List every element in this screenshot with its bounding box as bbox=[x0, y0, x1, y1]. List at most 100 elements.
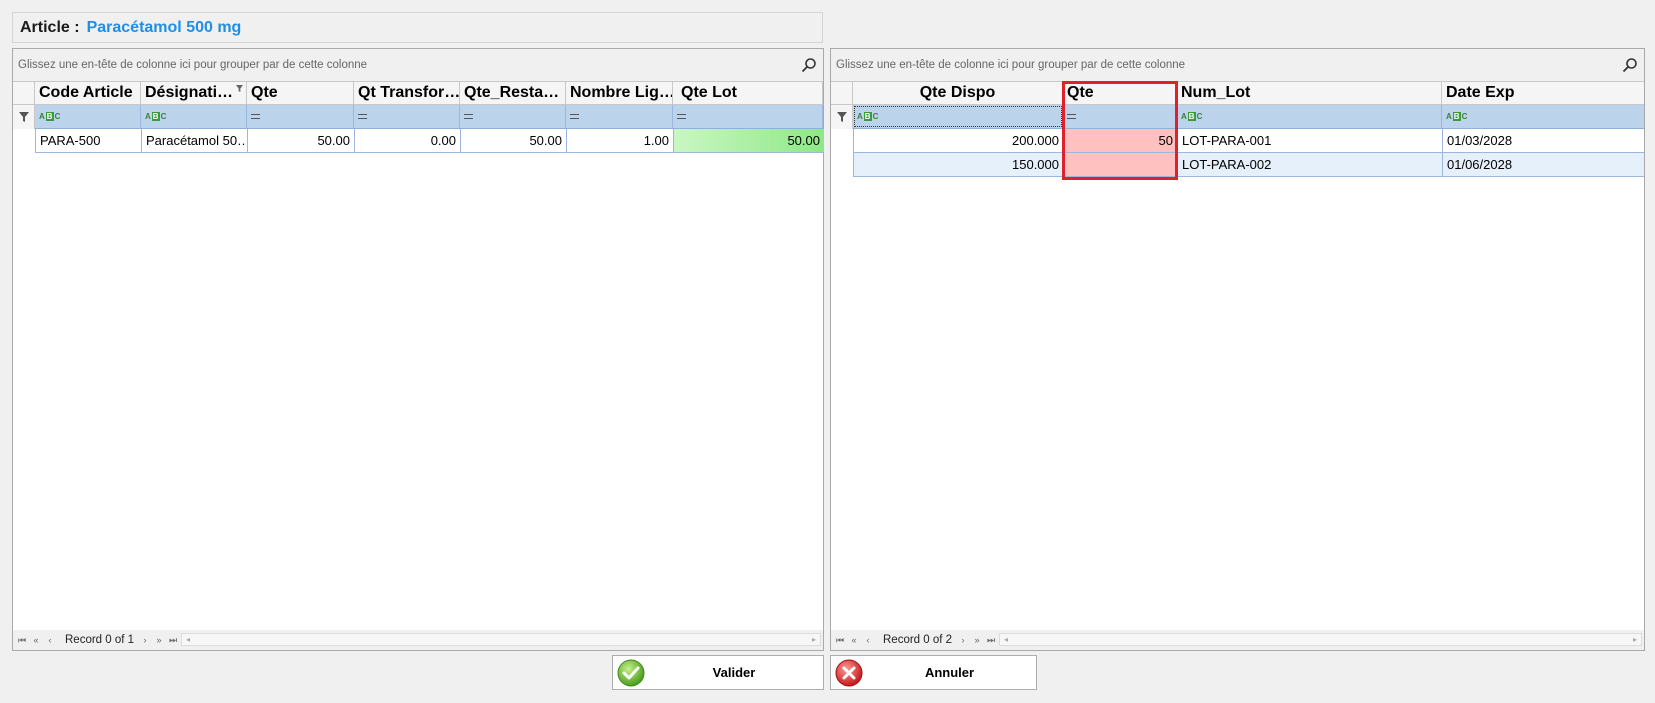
cell-qte-editable[interactable] bbox=[1064, 153, 1178, 176]
next-record-button[interactable]: › bbox=[956, 635, 970, 645]
equals-icon bbox=[358, 114, 367, 119]
equals-icon bbox=[251, 114, 260, 119]
cell-qte-lot[interactable]: 50.00 bbox=[674, 129, 824, 152]
cancel-button[interactable]: Annuler bbox=[830, 655, 1037, 690]
column-header-qte-dispo[interactable]: Qte Dispo bbox=[853, 82, 1063, 104]
column-header-num-lot[interactable]: Num_Lot bbox=[1177, 82, 1442, 104]
cell-qte-resta[interactable]: 50.00 bbox=[461, 129, 567, 152]
row-indicator-column bbox=[13, 129, 35, 630]
column-header-designation-label: Désignati… bbox=[145, 84, 234, 101]
equals-icon bbox=[570, 114, 579, 119]
column-header-designation[interactable]: Désignati… bbox=[141, 82, 247, 104]
filter-row-indicator bbox=[831, 105, 853, 129]
search-icon[interactable] bbox=[1622, 57, 1638, 73]
prev-record-button[interactable]: ‹ bbox=[43, 635, 57, 645]
record-counter: Record 0 of 2 bbox=[883, 634, 953, 646]
group-panel-hint: Glissez une en-tête de colonne ici pour … bbox=[836, 59, 1186, 71]
record-counter: Record 0 of 1 bbox=[65, 634, 135, 646]
group-panel-hint: Glissez une en-tête de colonne ici pour … bbox=[18, 59, 368, 71]
row-indicator-header bbox=[831, 82, 853, 105]
cell-qte-editable[interactable]: 50 bbox=[1064, 129, 1178, 152]
cell-date-exp[interactable]: 01/03/2028 bbox=[1443, 129, 1645, 152]
row-indicator-header bbox=[13, 82, 35, 105]
cell-num-lot[interactable]: LOT-PARA-002 bbox=[1178, 153, 1443, 176]
horizontal-scrollbar[interactable]: ◂ ▸ bbox=[999, 633, 1642, 646]
filter-cell-num-lot[interactable]: ABC bbox=[1177, 105, 1442, 128]
cell-nombre-lig[interactable]: 1.00 bbox=[567, 129, 674, 152]
scroll-left-icon[interactable]: ◂ bbox=[1000, 634, 1012, 646]
close-icon bbox=[835, 659, 863, 686]
prev-page-button[interactable]: « bbox=[29, 635, 43, 645]
filter-icon bbox=[836, 112, 847, 122]
check-icon bbox=[617, 659, 645, 686]
cell-code-article[interactable]: PARA-500 bbox=[36, 129, 142, 152]
scroll-right-icon[interactable]: ▸ bbox=[1629, 634, 1641, 646]
prev-record-button[interactable]: ‹ bbox=[861, 635, 875, 645]
filter-cell-nombre-lig[interactable] bbox=[566, 105, 673, 128]
column-header-qte[interactable]: Qte bbox=[247, 82, 354, 104]
scroll-right-icon[interactable]: ▸ bbox=[808, 634, 820, 646]
filter-cell-qte-resta[interactable] bbox=[460, 105, 566, 128]
cell-num-lot[interactable]: LOT-PARA-001 bbox=[1178, 129, 1443, 152]
column-header-qte-lot[interactable]: Qte Lot bbox=[673, 82, 823, 104]
equals-icon bbox=[1067, 114, 1076, 119]
text-filter-icon: ABC bbox=[857, 112, 879, 121]
article-header: Article : Paracétamol 500 mg bbox=[12, 12, 823, 43]
cell-qte-dispo[interactable]: 150.000 bbox=[854, 153, 1064, 176]
cell-designation[interactable]: Paracétamol 50… bbox=[142, 129, 248, 152]
equals-icon bbox=[677, 114, 686, 119]
cancel-button-label: Annuler bbox=[924, 665, 975, 680]
lots-grid[interactable]: Glissez une en-tête de colonne ici pour … bbox=[830, 48, 1645, 651]
last-record-button[interactable]: ⏭ bbox=[166, 635, 180, 646]
column-header-row: Qte Dispo Qte Num_Lot Date Exp bbox=[853, 82, 1644, 105]
equals-icon bbox=[464, 114, 473, 119]
first-record-button[interactable]: ⏮ bbox=[15, 635, 29, 646]
validate-button-label: Valider bbox=[712, 665, 756, 680]
validate-button[interactable]: Valider bbox=[612, 655, 824, 690]
column-header-row: Code Article Désignati… Qte Qt Transfor…… bbox=[35, 82, 823, 105]
prev-page-button[interactable]: « bbox=[847, 635, 861, 645]
filter-cell-code-article[interactable]: ABC bbox=[35, 105, 141, 128]
cell-qte-dispo[interactable]: 200.000 bbox=[854, 129, 1064, 152]
column-header-qt-transfor[interactable]: Qt Transfor… bbox=[354, 82, 460, 104]
text-filter-icon: ABC bbox=[39, 112, 61, 121]
filter-cell-qt-transfor[interactable] bbox=[354, 105, 460, 128]
horizontal-scrollbar[interactable]: ◂ ▸ bbox=[181, 633, 821, 646]
scroll-left-icon[interactable]: ◂ bbox=[182, 634, 194, 646]
next-record-button[interactable]: › bbox=[138, 635, 152, 645]
grid-navigator: ⏮ « ‹ Record 0 of 1 › » ⏭ ◂ ▸ bbox=[13, 630, 823, 650]
filter-cell-qte[interactable] bbox=[1063, 105, 1177, 128]
articles-grid[interactable]: Glissez une en-tête de colonne ici pour … bbox=[12, 48, 824, 651]
cell-date-exp[interactable]: 01/06/2028 bbox=[1443, 153, 1645, 176]
next-page-button[interactable]: » bbox=[970, 635, 984, 645]
filter-cell-qte-dispo[interactable]: ABC bbox=[853, 105, 1063, 128]
cell-qte[interactable]: 50.00 bbox=[248, 129, 355, 152]
column-header-code-article[interactable]: Code Article bbox=[35, 82, 141, 104]
column-header-qte-resta[interactable]: Qte_Resta… bbox=[460, 82, 566, 104]
last-record-button[interactable]: ⏭ bbox=[984, 635, 998, 646]
auto-filter-row: ABC ABC bbox=[35, 105, 823, 129]
filter-icon[interactable] bbox=[236, 85, 243, 92]
column-header-qte[interactable]: Qte bbox=[1063, 82, 1177, 104]
filter-cell-qte-lot[interactable] bbox=[673, 105, 823, 128]
search-icon[interactable] bbox=[801, 57, 817, 73]
table-row[interactable]: 150.000 LOT-PARA-002 01/06/2028 bbox=[853, 153, 1644, 177]
table-row[interactable]: PARA-500 Paracétamol 50… 50.00 0.00 50.0… bbox=[35, 129, 824, 153]
filter-row-indicator bbox=[13, 105, 35, 129]
column-header-nombre-lig[interactable]: Nombre Lig… bbox=[566, 82, 673, 104]
filter-cell-date-exp[interactable]: ABC bbox=[1442, 105, 1644, 128]
filter-cell-designation[interactable]: ABC bbox=[141, 105, 247, 128]
article-name: Paracétamol 500 mg bbox=[86, 18, 242, 36]
first-record-button[interactable]: ⏮ bbox=[833, 635, 847, 646]
text-filter-icon: ABC bbox=[145, 112, 167, 121]
next-page-button[interactable]: » bbox=[152, 635, 166, 645]
group-panel[interactable]: Glissez une en-tête de colonne ici pour … bbox=[831, 49, 1644, 82]
text-filter-icon: ABC bbox=[1446, 112, 1468, 121]
filter-cell-qte[interactable] bbox=[247, 105, 354, 128]
cell-qt-transfor[interactable]: 0.00 bbox=[355, 129, 461, 152]
article-label: Article : bbox=[20, 18, 80, 36]
text-filter-icon: ABC bbox=[1181, 112, 1203, 121]
column-header-date-exp[interactable]: Date Exp bbox=[1442, 82, 1644, 104]
table-row[interactable]: 200.000 50 LOT-PARA-001 01/03/2028 bbox=[853, 129, 1644, 153]
group-panel[interactable]: Glissez une en-tête de colonne ici pour … bbox=[13, 49, 823, 82]
